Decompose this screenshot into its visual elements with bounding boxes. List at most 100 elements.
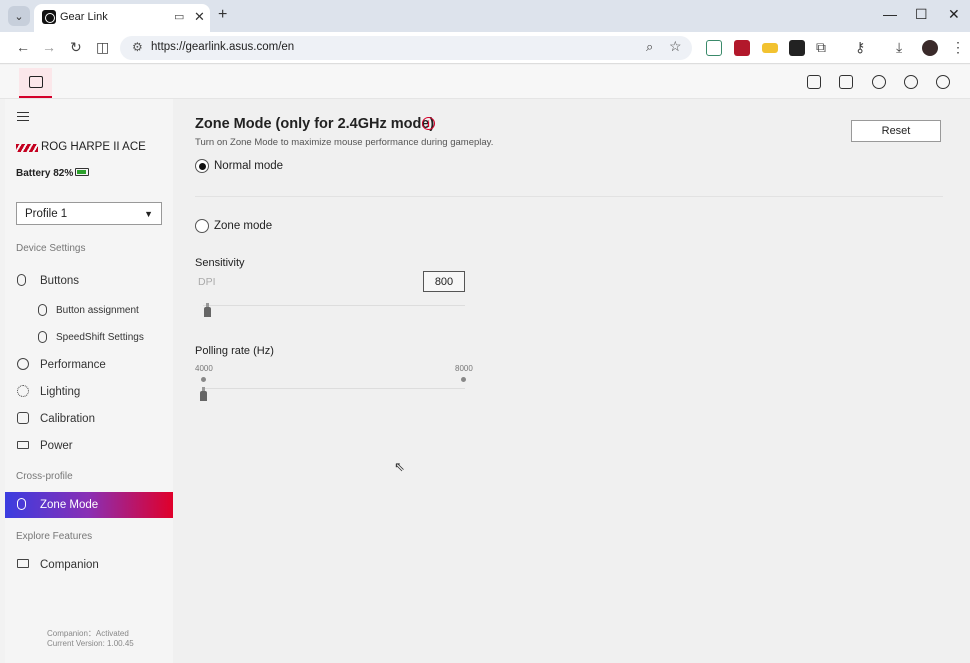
polling-slider-thumb[interactable] (200, 387, 207, 401)
sidebar-item-zone-mode[interactable]: Zone Mode (5, 492, 173, 518)
url-text[interactable]: https://gearlink.asus.com/en (151, 41, 294, 53)
sidebar-item-label: Companion (40, 559, 99, 571)
notification-bell-icon[interactable] (904, 75, 918, 89)
gearlink-favicon-icon (42, 10, 56, 24)
extension-grid-icon[interactable] (789, 40, 805, 56)
tab-close-icon[interactable]: ✕ (194, 9, 205, 25)
explore-features-label: Explore Features (16, 531, 93, 542)
zoom-icon[interactable]: ⌕ (646, 39, 653, 55)
calibration-icon (17, 412, 29, 424)
cast-icon[interactable]: ▭ (174, 10, 184, 23)
dpi-slider-thumb[interactable] (204, 303, 211, 317)
sidebar-item-label: Lighting (40, 386, 81, 398)
sensitivity-heading: Sensitivity (195, 257, 245, 269)
browser-menu-icon[interactable]: ⋮ (951, 39, 965, 56)
new-tab-button[interactable]: + (218, 6, 227, 24)
reset-button[interactable]: Reset (851, 120, 941, 142)
close-window-button[interactable]: ✕ (948, 6, 960, 23)
sidebar-item-performance[interactable]: Performance (5, 352, 173, 378)
keyboard-shortcut-icon[interactable] (807, 75, 821, 89)
browser-profile-avatar[interactable] (922, 40, 938, 56)
battery-icon (17, 441, 29, 449)
sync-icon[interactable] (872, 75, 886, 89)
page-title: Zone Mode (only for 2.4GHz mode) (195, 116, 435, 132)
address-bar[interactable]: ⚙ https://gearlink.asus.com/en ⌕ ☆ (120, 36, 692, 60)
mouse-cursor-icon: ⇖ (394, 459, 405, 474)
browser-tab[interactable]: Gear Link ▭ ✕ (34, 4, 210, 32)
extension-s-icon[interactable] (706, 40, 722, 56)
sidebar-item-label: Power (40, 440, 73, 452)
split-view-icon[interactable]: ◫ (96, 39, 109, 56)
polling-max-label: 8000 (455, 364, 473, 373)
browser-tabstrip: ⌄ Gear Link ▭ ✕ + — ☐ ✕ (0, 0, 970, 32)
zone-mode-radio[interactable] (195, 219, 209, 233)
minimize-button[interactable]: — (883, 6, 897, 22)
version-text: Current Version: 1.00.45 (47, 639, 134, 648)
polling-max-tick (461, 377, 466, 382)
profile-dropdown[interactable]: Profile 1 ▼ (16, 202, 162, 225)
companion-status: Companion：Activated (47, 629, 129, 638)
sidebar-item-power[interactable]: Power (5, 433, 173, 459)
page-description: Turn on Zone Mode to maximize mouse perf… (195, 137, 494, 148)
sidebar-item-label: Button assignment (56, 305, 139, 316)
reload-icon[interactable]: ↻ (70, 39, 82, 56)
sidebar: ROG HARPE II ACE Battery 82% Profile 1 ▼… (5, 99, 173, 663)
forward-arrow-icon[interactable]: → (42, 39, 56, 55)
normal-mode-label: Normal mode (214, 160, 284, 172)
extensions-puzzle-icon[interactable]: ⧉ (816, 39, 826, 56)
download-icon[interactable]: ⤓ (896, 39, 902, 56)
sidebar-item-label: Zone Mode (40, 499, 99, 511)
sun-icon (17, 385, 29, 397)
companion-icon (17, 559, 29, 568)
polling-rate-heading: Polling rate (Hz) (195, 345, 274, 357)
sidebar-item-buttons[interactable]: Buttons (5, 268, 173, 294)
mouse-icon (17, 498, 26, 510)
sidebar-item-speedshift[interactable]: SpeedShift Settings (5, 325, 173, 351)
battery-icon (75, 168, 89, 176)
bookmark-star-icon[interactable]: ☆ (669, 38, 682, 55)
battery-status: Battery 82% (16, 168, 74, 179)
mouse-icon (17, 274, 26, 286)
polling-min-label: 4000 (195, 364, 213, 373)
maximize-button[interactable]: ☐ (915, 6, 928, 23)
back-arrow-icon[interactable]: ← (16, 39, 30, 55)
extension-note-icon[interactable] (762, 43, 778, 53)
speedometer-icon (17, 358, 29, 370)
browser-toolbar: ← → ↻ ◫ ⚙ https://gearlink.asus.com/en ⌕… (0, 32, 970, 64)
sidebar-item-button-assignment[interactable]: Button assignment (5, 298, 173, 324)
hamburger-menu-icon[interactable] (17, 112, 29, 121)
macro-icon[interactable] (839, 75, 853, 89)
dpi-label: DPI (198, 276, 216, 288)
sidebar-item-calibration[interactable]: Calibration (5, 406, 173, 432)
sidebar-item-label: Buttons (40, 275, 79, 287)
mouse-icon (38, 331, 47, 343)
sidebar-item-companion[interactable]: Companion (5, 552, 173, 578)
divider (195, 196, 943, 197)
tab-title: Gear Link (60, 11, 108, 23)
sidebar-item-lighting[interactable]: Lighting (5, 379, 173, 405)
sidebar-item-label: Performance (40, 359, 106, 371)
dpi-slider-track[interactable] (203, 305, 465, 306)
site-info-icon[interactable]: ⚙ (132, 40, 143, 54)
sidebar-item-label: Calibration (40, 413, 95, 425)
mouse-icon (38, 304, 47, 316)
tab-search-button[interactable]: ⌄ (8, 6, 30, 26)
password-key-icon[interactable]: ⚷ (855, 39, 865, 56)
polling-slider-track[interactable] (203, 388, 465, 389)
device-name: ROG HARPE II ACE (41, 141, 146, 153)
settings-gear-icon[interactable] (936, 75, 950, 89)
rog-logo-icon (16, 144, 38, 152)
main-panel: Zone Mode (only for 2.4GHz mode) i Turn … (173, 99, 970, 663)
extension-shield-icon[interactable] (734, 40, 750, 56)
chevron-down-icon: ▼ (144, 209, 153, 219)
zone-mode-label: Zone mode (214, 220, 273, 232)
dpi-input[interactable]: 800 (423, 271, 465, 292)
app-header (0, 65, 970, 99)
normal-mode-radio[interactable] (195, 159, 209, 173)
cross-profile-label: Cross-profile (16, 471, 73, 482)
device-tab-mouse-icon[interactable] (19, 68, 52, 98)
device-settings-label: Device Settings (16, 243, 86, 254)
info-icon[interactable]: i (422, 117, 435, 130)
profile-value: Profile 1 (25, 208, 68, 220)
sidebar-item-label: SpeedShift Settings (56, 332, 144, 343)
